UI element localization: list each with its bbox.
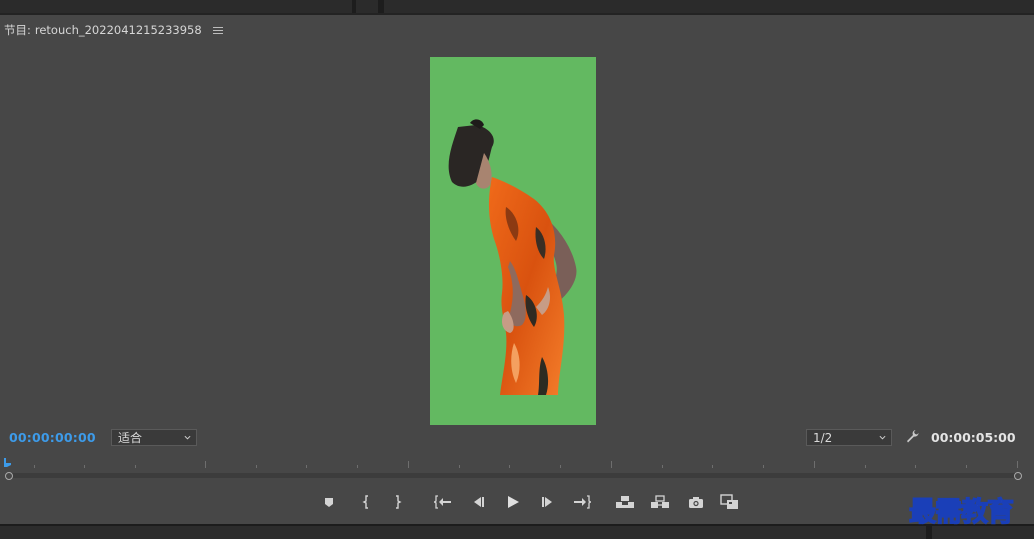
- watermark-logo: 最需教育: [908, 496, 1014, 528]
- playhead-icon[interactable]: [3, 458, 12, 467]
- step-forward-button[interactable]: [538, 492, 558, 512]
- extract-button[interactable]: [650, 492, 670, 512]
- play-icon: [508, 496, 519, 508]
- export-frame-button[interactable]: [686, 492, 706, 512]
- program-monitor-window: 节目: retouch_2022041215233958 00:00:00:00…: [0, 0, 1034, 539]
- video-preview[interactable]: [430, 57, 596, 425]
- zoom-bar-end-handle[interactable]: [1014, 472, 1022, 480]
- comparison-view-button[interactable]: [720, 492, 740, 512]
- comparison-view-icon: [720, 494, 738, 509]
- duration-timecode: 00:00:05:00: [931, 430, 1016, 445]
- go-to-out-button[interactable]: [572, 492, 592, 512]
- time-ruler[interactable]: [0, 456, 1034, 484]
- zoom-bar-start-handle[interactable]: [5, 472, 13, 480]
- extract-icon: [651, 495, 669, 508]
- zoom-level-value: 适合: [118, 431, 143, 445]
- bottom-panel-strip: [0, 524, 1034, 539]
- camera-icon: [689, 496, 703, 508]
- step-forward-icon: [542, 497, 552, 507]
- zoom-level-select[interactable]: 适合: [111, 429, 197, 446]
- step-back-button[interactable]: [468, 492, 488, 512]
- panel-title-prefix: 节目:: [4, 23, 31, 37]
- lift-icon: [616, 496, 634, 508]
- chevron-down-icon: [184, 435, 191, 440]
- go-to-in-button[interactable]: [433, 492, 453, 512]
- mark-in-button[interactable]: [356, 492, 376, 512]
- go-to-in-icon: [434, 495, 451, 509]
- person-silhouette: [448, 119, 577, 395]
- wrench-icon[interactable]: [904, 428, 920, 444]
- chevron-down-icon: [879, 435, 886, 440]
- transport-controls: [0, 490, 1034, 514]
- playback-resolution-value: 1/2: [813, 430, 833, 445]
- top-panel-strip: [0, 0, 1034, 13]
- mark-out-button[interactable]: [388, 492, 408, 512]
- add-marker-button[interactable]: [319, 492, 339, 512]
- mark-out-icon: [396, 495, 402, 509]
- play-button[interactable]: [503, 492, 523, 512]
- step-back-icon: [474, 497, 484, 507]
- hamburger-menu-icon[interactable]: [212, 25, 224, 35]
- lift-button[interactable]: [615, 492, 635, 512]
- program-monitor-panel: 节目: retouch_2022041215233958 00:00:00:00…: [0, 15, 1034, 524]
- sequence-name: retouch_2022041215233958: [34, 23, 202, 37]
- add-marker-icon: [325, 498, 333, 507]
- go-to-out-icon: [574, 495, 591, 509]
- scrub-bar[interactable]: [8, 473, 1019, 478]
- mark-in-icon: [362, 495, 368, 509]
- playback-resolution-select[interactable]: 1/2: [806, 429, 892, 446]
- current-timecode[interactable]: 00:00:00:00: [9, 430, 96, 445]
- panel-header[interactable]: 节目: retouch_2022041215233958: [4, 22, 224, 38]
